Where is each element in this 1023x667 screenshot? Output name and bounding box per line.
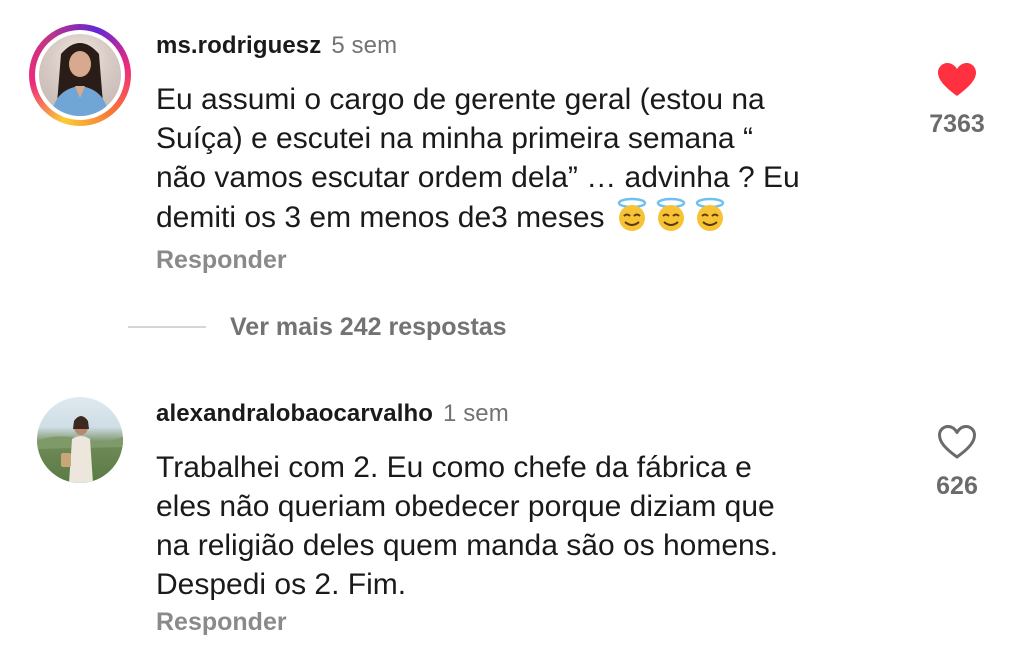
emoji-group [611,197,728,234]
smiling-face-with-halo-icon [695,197,724,231]
like-count: 7363 [929,110,985,138]
comment-author[interactable]: alexandralobaocarvalho 1 sem [156,400,509,428]
comment-text: Eu assumi o cargo de gerente geral (esto… [156,80,886,237]
avatar[interactable] [39,34,121,116]
reply-button[interactable]: Responder [156,608,287,637]
like-control: 7363 [920,62,994,139]
avatar-container[interactable] [37,397,123,483]
view-more-replies-label[interactable]: Ver mais 242 respostas [230,313,507,342]
avatar-story-ring[interactable] [29,24,131,126]
like-count: 626 [936,472,978,500]
heart-filled-icon[interactable] [937,62,977,98]
comment-time: 1 sem [442,400,509,427]
comment-time: 5 sem [331,32,398,59]
comment-author[interactable]: ms.rodriguesz 5 sem [156,32,397,60]
like-control: 626 [920,424,994,501]
view-more-replies-button[interactable]: Ver mais 242 respostas [128,310,507,344]
smiling-face-with-halo-icon [617,197,646,231]
username[interactable]: alexandralobaocarvalho [156,400,433,427]
divider-line [128,326,206,328]
reply-button[interactable]: Responder [156,246,287,275]
comment-body: Trabalhei com 2. Eu como chefe da fábric… [156,451,779,601]
username[interactable]: ms.rodriguesz [156,32,321,59]
avatar[interactable] [37,397,123,483]
comment-text: Trabalhei com 2. Eu como chefe da fábric… [156,448,886,604]
heart-outline-icon[interactable] [937,424,977,460]
smiling-face-with-halo-icon [656,197,685,231]
